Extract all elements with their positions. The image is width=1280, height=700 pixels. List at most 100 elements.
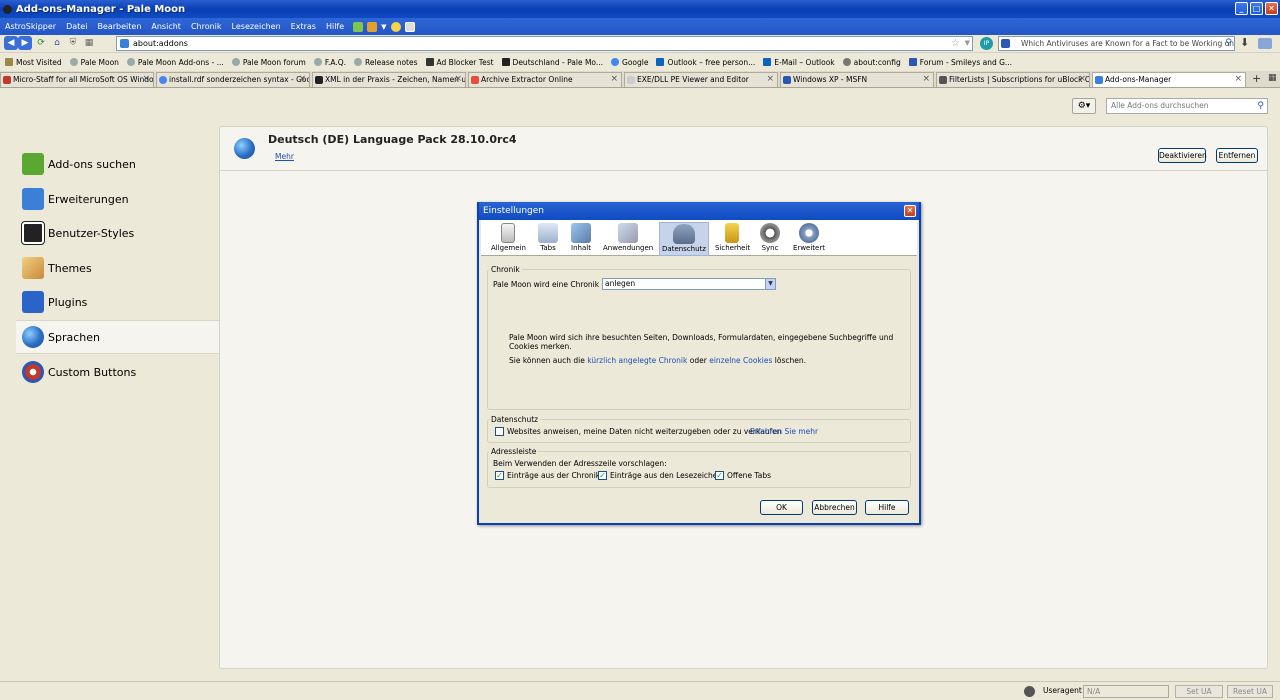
- bookmark-item[interactable]: Release notes: [351, 58, 423, 67]
- checkbox-unchecked[interactable]: [495, 427, 504, 436]
- category-plugins[interactable]: Plugins: [16, 285, 220, 319]
- suggest-open-tabs-checkbox[interactable]: ✓ Offene Tabs: [715, 471, 771, 480]
- bookmark-item[interactable]: Google: [608, 58, 653, 67]
- chevron-down-icon[interactable]: ▼: [965, 37, 970, 50]
- bookmark-item[interactable]: F.A.Q.: [311, 58, 351, 67]
- pane-erweitert[interactable]: Erweitert: [792, 222, 826, 256]
- tab-list-icon[interactable]: ▦: [1268, 73, 1277, 83]
- recent-history-link[interactable]: kürzlich angelegte Chronik: [587, 356, 687, 365]
- do-not-track-checkbox[interactable]: Websites anweisen, meine Daten nicht wei…: [495, 427, 782, 436]
- reset-ua-button[interactable]: Reset UA: [1227, 685, 1273, 698]
- panel-icon[interactable]: ▦: [82, 36, 96, 50]
- new-tab-button[interactable]: +: [1252, 72, 1261, 85]
- puzzle-icon[interactable]: [353, 21, 364, 32]
- minimize-button[interactable]: _: [1235, 2, 1248, 15]
- back-button[interactable]: ◀: [4, 36, 18, 50]
- menu-extras[interactable]: Extras: [286, 22, 321, 31]
- search-icon[interactable]: ⚲: [1257, 99, 1264, 113]
- close-icon[interactable]: ×: [1078, 73, 1086, 86]
- close-icon[interactable]: ✕: [904, 205, 916, 217]
- category-discover[interactable]: Add-ons suchen: [16, 147, 220, 181]
- pane-tabs[interactable]: Tabs: [536, 222, 560, 256]
- tab[interactable]: EXE/DLL PE Viewer and Editor ×: [624, 72, 778, 87]
- search-input[interactable]: Which Antiviruses are Known for a Fact t…: [998, 36, 1235, 51]
- download-icon[interactable]: ⬇: [1240, 36, 1249, 49]
- tools-gear-button[interactable]: ⚙▾: [1072, 98, 1096, 114]
- close-button[interactable]: ✕: [1265, 2, 1278, 15]
- bookmark-item[interactable]: Outlook – free person...: [653, 58, 760, 67]
- tab[interactable]: Windows XP - MSFN ×: [780, 72, 934, 87]
- tab[interactable]: FilterLists | Subscriptions for uBlock O…: [936, 72, 1090, 87]
- checkmark-icon[interactable]: ✓: [598, 471, 607, 480]
- close-icon[interactable]: ×: [922, 73, 930, 86]
- suggest-history-checkbox[interactable]: ✓ Einträge aus der Chronik: [495, 471, 600, 480]
- menu-astroskipper[interactable]: AstroSkipper: [0, 22, 61, 31]
- menu-hilfe[interactable]: Hilfe: [321, 22, 349, 31]
- menu-datei[interactable]: Datei: [61, 22, 92, 31]
- suggest-bookmarks-checkbox[interactable]: ✓ Einträge aus den Lesezeichen: [598, 471, 722, 480]
- learn-more-link[interactable]: Erfahren Sie mehr: [750, 427, 818, 436]
- category-extensions[interactable]: Erweiterungen: [16, 182, 220, 216]
- bookmark-item[interactable]: Pale Moon Add-ons - ...: [124, 58, 229, 67]
- cancel-button[interactable]: Abbrechen: [812, 500, 857, 515]
- reload-icon[interactable]: ⟳: [34, 36, 48, 50]
- close-icon[interactable]: ×: [142, 73, 150, 86]
- bookmark-item[interactable]: Most Visited: [2, 58, 67, 67]
- shield-icon[interactable]: ⛨: [66, 36, 80, 50]
- maximize-button[interactable]: □: [1250, 2, 1263, 15]
- menu-icon[interactable]: [1258, 38, 1272, 49]
- close-icon[interactable]: ×: [766, 73, 774, 86]
- pane-anwendungen[interactable]: Anwendungen: [603, 222, 653, 256]
- checkmark-icon[interactable]: ✓: [495, 471, 504, 480]
- star-icon[interactable]: ☆: [951, 37, 960, 50]
- more-link[interactable]: Mehr: [275, 152, 294, 161]
- menu-chronik[interactable]: Chronik: [186, 22, 227, 31]
- menu-ansicht[interactable]: Ansicht: [146, 22, 186, 31]
- tab-active[interactable]: Add-ons-Manager ×: [1092, 72, 1246, 87]
- useragent-field[interactable]: N/A: [1083, 685, 1169, 698]
- addon-icon[interactable]: [367, 21, 378, 32]
- help-button[interactable]: Hilfe: [865, 500, 909, 515]
- addons-search-input[interactable]: Alle Add-ons durchsuchen ⚲: [1106, 98, 1268, 114]
- bulb-icon[interactable]: [390, 21, 401, 32]
- close-icon[interactable]: ×: [610, 73, 618, 86]
- pane-datenschutz[interactable]: Datenschutz: [659, 222, 709, 256]
- menu-lesezeichen[interactable]: Lesezeichen: [227, 22, 286, 31]
- category-languages[interactable]: Sprachen: [16, 320, 220, 354]
- ip-icon[interactable]: IP: [980, 37, 993, 50]
- menu-bearbeiten[interactable]: Bearbeiten: [92, 22, 146, 31]
- pane-sicherheit[interactable]: Sicherheit: [715, 222, 750, 256]
- set-ua-button[interactable]: Set UA: [1175, 685, 1223, 698]
- bookmark-item[interactable]: Ad Blocker Test: [423, 58, 499, 67]
- forward-button[interactable]: ▶: [18, 36, 32, 50]
- tab[interactable]: XML in der Praxis - Zeichen, Namen und ×: [312, 72, 466, 87]
- pane-allgemein[interactable]: Allgemein: [491, 222, 526, 256]
- checkmark-icon[interactable]: ✓: [715, 471, 724, 480]
- search-icon[interactable]: ⚲: [1225, 37, 1232, 50]
- home-icon[interactable]: ⌂: [50, 36, 64, 50]
- pane-sync[interactable]: Sync: [759, 222, 781, 256]
- search-engine-icon[interactable]: [1001, 39, 1010, 48]
- url-bar[interactable]: about:addons ☆ ▼: [116, 36, 973, 51]
- close-icon[interactable]: ×: [298, 73, 306, 86]
- deactivate-button[interactable]: Deaktivieren: [1158, 148, 1207, 163]
- tab[interactable]: Micro-Staff for all MicroSoft OS Windows…: [0, 72, 154, 87]
- bookmark-item[interactable]: about:config: [840, 58, 906, 67]
- ok-button[interactable]: OK: [760, 500, 803, 515]
- category-themes[interactable]: Themes: [16, 251, 220, 285]
- cookies-link[interactable]: einzelne Cookies: [709, 356, 772, 365]
- bookmark-item[interactable]: Pale Moon forum: [229, 58, 311, 67]
- tab[interactable]: Archive Extractor Online ×: [468, 72, 622, 87]
- remove-button[interactable]: Entfernen: [1216, 148, 1258, 163]
- screenshot-icon[interactable]: [404, 21, 415, 32]
- category-userstyles[interactable]: Benutzer-Styles: [16, 216, 220, 250]
- chevron-down-icon[interactable]: ▼: [381, 23, 386, 31]
- tab[interactable]: install.rdf sonderzeichen syntax - Googl…: [156, 72, 310, 87]
- close-icon[interactable]: ×: [454, 73, 462, 86]
- chronik-mode-select[interactable]: anlegen ▼: [602, 278, 776, 290]
- bookmark-item[interactable]: Pale Moon: [67, 58, 124, 67]
- close-icon[interactable]: ×: [1234, 73, 1242, 86]
- pane-inhalt[interactable]: Inhalt: [569, 222, 593, 256]
- category-custom-buttons[interactable]: Custom Buttons: [16, 355, 220, 389]
- bookmark-item[interactable]: Deutschland - Pale Mo...: [499, 58, 608, 67]
